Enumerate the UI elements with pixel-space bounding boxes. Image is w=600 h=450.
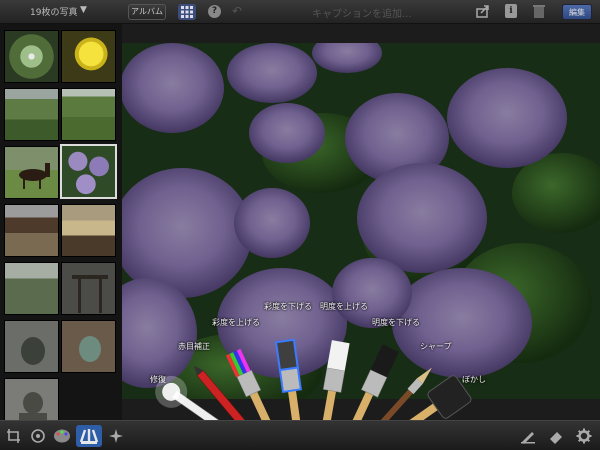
brush-label-soften: ぼかし — [462, 375, 486, 384]
eraser-icon[interactable] — [548, 428, 564, 444]
thumbnail[interactable] — [61, 204, 116, 257]
brush-label-darken: 明度を下げる — [372, 318, 420, 327]
undo-button[interactable]: ↶ — [232, 4, 242, 18]
pen-icon[interactable] — [520, 428, 536, 444]
grid-icon — [181, 6, 193, 18]
thumbnail[interactable] — [61, 262, 116, 315]
thumbnail[interactable] — [4, 146, 59, 199]
brush-label-desaturate: 彩度を下げる — [264, 302, 312, 311]
brush-label-saturate: 彩度を上げる — [212, 318, 260, 327]
brush-label-red-eye: 赤目補正 — [178, 342, 210, 351]
thumbnail[interactable] — [4, 88, 59, 141]
help-button[interactable]: ? — [208, 5, 221, 18]
thumbnail[interactable] — [4, 30, 59, 83]
thumbnail[interactable] — [4, 262, 59, 315]
enhance-icon[interactable] — [30, 428, 46, 444]
share-icon[interactable] — [476, 4, 490, 18]
gear-icon[interactable] — [576, 428, 592, 444]
photo-count-caret-icon[interactable]: ▼ — [80, 5, 87, 15]
photo-count-label[interactable]: 19枚の写真 — [30, 5, 77, 18]
trash-icon[interactable] — [532, 4, 546, 19]
palette-icon[interactable] — [53, 428, 71, 444]
grid-view-button[interactable] — [178, 4, 196, 20]
album-button[interactable]: アルバム — [128, 4, 166, 20]
edit-button[interactable]: 編集 — [562, 4, 592, 20]
thumbnail[interactable] — [61, 30, 116, 83]
thumbnail-strip — [0, 24, 122, 431]
brush-label-lighten: 明度を上げる — [320, 302, 368, 311]
info-button[interactable]: i — [505, 4, 517, 18]
photo-edit-app: 19枚の写真 ▼ アルバム ? ↶ キャプションを追加... i 編集 修復 赤… — [0, 0, 600, 450]
bottom-toolbar — [0, 420, 600, 450]
caption-input[interactable]: キャプションを追加... — [312, 5, 412, 20]
thumbnail[interactable] — [4, 320, 59, 373]
brushes-icon[interactable] — [76, 425, 102, 447]
thumbnail[interactable] — [4, 204, 59, 257]
brush-label-sharpen: シャープ — [420, 342, 452, 351]
thumbnail-selected[interactable] — [60, 144, 117, 199]
crop-icon[interactable] — [6, 428, 22, 444]
top-toolbar: 19枚の写真 ▼ アルバム ? ↶ キャプションを追加... i 編集 — [0, 0, 600, 24]
effects-icon[interactable] — [108, 428, 124, 444]
thumbnail[interactable] — [61, 88, 116, 141]
thumbnail[interactable] — [61, 320, 116, 373]
